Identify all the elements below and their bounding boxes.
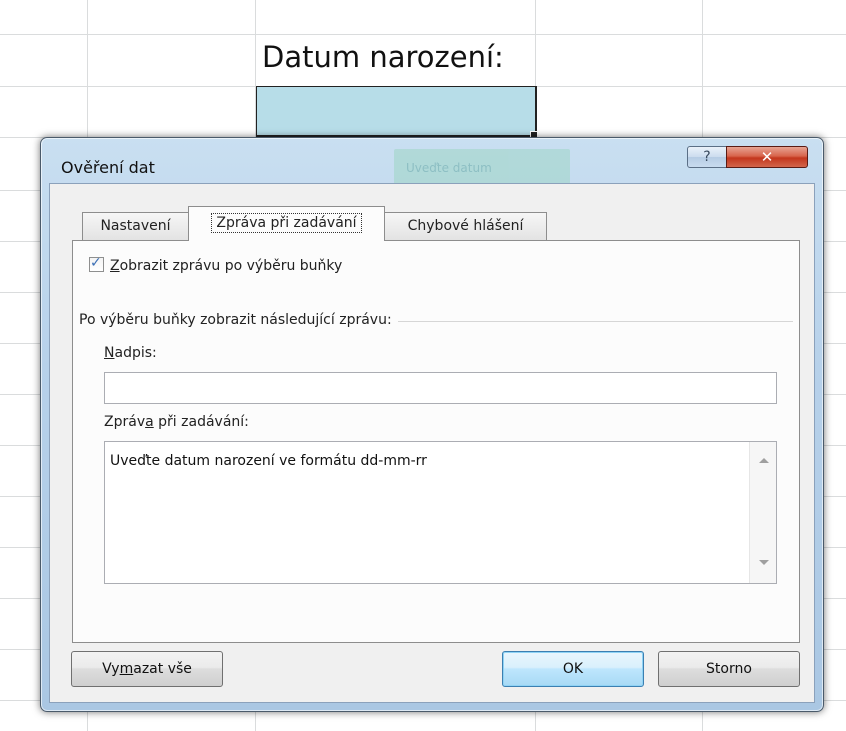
- cancel-button[interactable]: Storno: [658, 651, 800, 687]
- dialog-client-area: Nastavení Zpráva při zadávání Chybové hl…: [49, 183, 815, 703]
- tab-error-alert-label: Chybové hlášení: [407, 218, 524, 234]
- checkmark-icon: ✓: [90, 255, 102, 271]
- title-field-accelerator: N: [104, 345, 115, 361]
- tab-error-alert[interactable]: Chybové hlášení: [384, 212, 547, 240]
- clear-all-a: Vy: [102, 661, 120, 677]
- input-message-panel: ✓ Zobrazit zprávu po výběru buňky Po výbě…: [72, 240, 800, 643]
- help-button[interactable]: ?: [687, 146, 727, 168]
- message-field-accelerator: a: [145, 414, 154, 430]
- title-field-label: Nadpis:: [104, 345, 157, 361]
- tab-input-message-label: Zpráva při zadávání: [211, 213, 362, 233]
- message-field-label: Zpráva při zadávání:: [104, 414, 249, 430]
- show-message-checkbox[interactable]: ✓: [89, 255, 104, 272]
- ok-button[interactable]: OK: [502, 651, 644, 687]
- tooltip-ghost-text: Uveďte datum: [406, 161, 492, 175]
- show-message-label: Zobrazit zprávu po výběru buňky: [110, 258, 342, 274]
- scroll-down-icon[interactable]: [759, 560, 769, 565]
- cell-birthdate-label[interactable]: Datum narození:: [262, 40, 504, 74]
- data-validation-dialog: Uveďte datum Ověření dat ? ✕ Nastavení Z…: [40, 137, 824, 712]
- close-icon: ✕: [760, 148, 774, 166]
- clear-all-b: azat vše: [133, 661, 192, 677]
- selected-input-cell[interactable]: [256, 86, 537, 137]
- message-field-label-b: při zadávání:: [153, 414, 249, 430]
- message-textarea[interactable]: Uveďte datum narození ve formátu dd-mm-r…: [104, 441, 777, 584]
- show-message-label-rest: obrazit zprávu po výběru buňky: [119, 258, 343, 274]
- tab-settings-label: Nastavení: [100, 218, 171, 234]
- message-text: Uveďte datum narození ve formátu dd-mm-r…: [110, 453, 427, 469]
- scroll-up-icon[interactable]: [759, 458, 769, 463]
- title-input[interactable]: [104, 372, 777, 404]
- message-scrollbar[interactable]: [749, 442, 776, 583]
- tab-settings[interactable]: Nastavení: [82, 212, 189, 240]
- help-icon: ?: [703, 149, 711, 165]
- dialog-title: Ověření dat: [61, 158, 155, 177]
- clear-all-accelerator: m: [119, 661, 134, 677]
- group-label: Po výběru buňky zobrazit následující zpr…: [79, 312, 398, 328]
- clear-all-button[interactable]: Vymazat vše: [71, 651, 223, 687]
- show-message-row[interactable]: ✓ Zobrazit zprávu po výběru buňky: [89, 255, 342, 274]
- message-field-label-a: Zpráv: [104, 414, 146, 430]
- tab-input-message[interactable]: Zpráva při zadávání: [188, 206, 385, 241]
- title-field-label-rest: adpis:: [114, 345, 157, 361]
- show-message-accelerator: Z: [110, 258, 120, 274]
- close-button[interactable]: ✕: [726, 146, 808, 168]
